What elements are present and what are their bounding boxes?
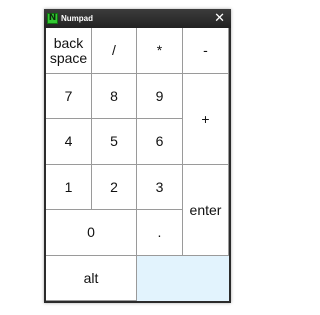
six-key[interactable]: 6 — [137, 119, 183, 165]
keypad: back space / * - 7 8 9 + 4 5 6 1 2 3 ent… — [46, 28, 229, 301]
enter-key[interactable]: enter — [183, 165, 229, 256]
eight-key[interactable]: 8 — [92, 74, 137, 119]
numpad-window: N Numpad ✕ back space / * - 7 8 9 + 4 5 … — [44, 9, 231, 303]
window-title: Numpad — [61, 14, 93, 23]
plus-key[interactable]: + — [183, 74, 229, 165]
app-icon: N — [47, 13, 58, 24]
nine-key[interactable]: 9 — [137, 74, 183, 119]
four-key[interactable]: 4 — [46, 119, 92, 165]
three-key[interactable]: 3 — [137, 165, 183, 210]
backspace-key[interactable]: back space — [46, 28, 92, 74]
divide-key[interactable]: / — [92, 28, 137, 74]
minus-key[interactable]: - — [183, 28, 229, 74]
close-icon[interactable]: ✕ — [214, 10, 225, 26]
zero-key[interactable]: 0 — [46, 210, 137, 256]
empty-area — [137, 256, 229, 301]
decimal-key[interactable]: . — [137, 210, 183, 256]
five-key[interactable]: 5 — [92, 119, 137, 165]
alt-key[interactable]: alt — [46, 256, 137, 301]
one-key[interactable]: 1 — [46, 165, 92, 210]
title-bar[interactable]: N Numpad ✕ — [44, 9, 231, 28]
two-key[interactable]: 2 — [92, 165, 137, 210]
seven-key[interactable]: 7 — [46, 74, 92, 119]
multiply-key[interactable]: * — [137, 28, 183, 74]
